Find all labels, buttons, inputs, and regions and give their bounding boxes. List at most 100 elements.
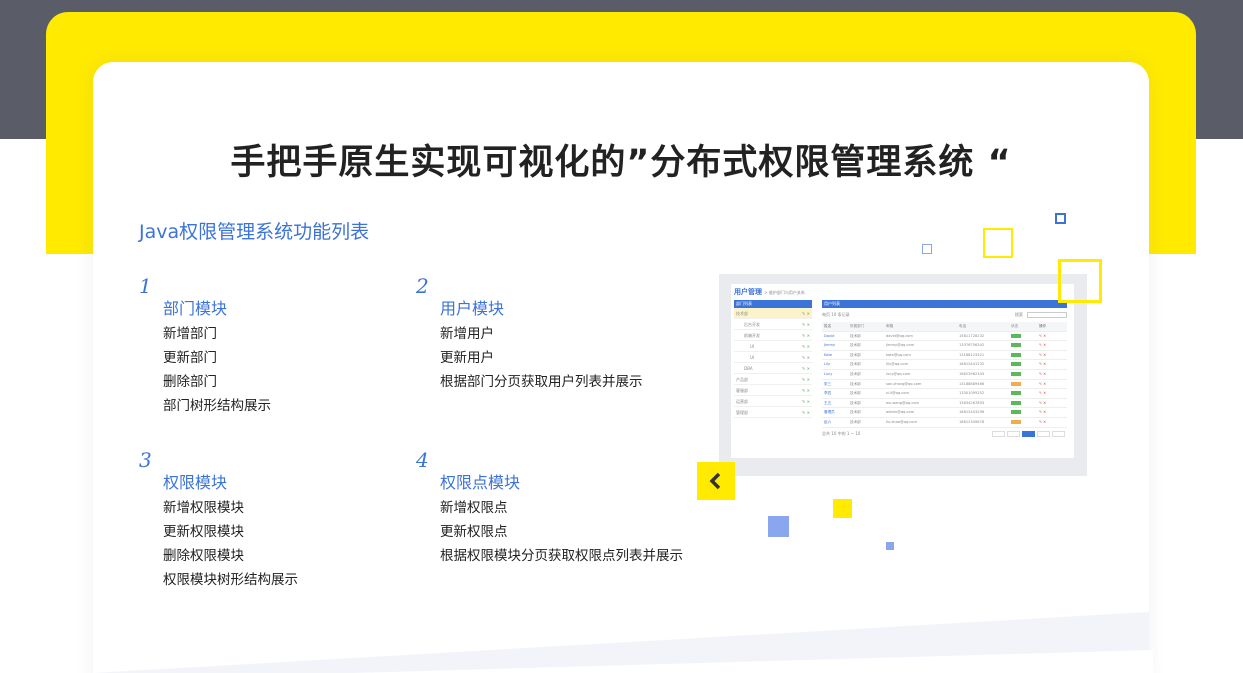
table-cell: david@qq.com <box>886 333 913 338</box>
table-cell[interactable]: Lily <box>822 360 850 369</box>
edit-delete-icon[interactable]: ✎ ✕ <box>802 374 810 385</box>
table-cell[interactable]: Lucy <box>822 370 850 379</box>
tree-item[interactable]: UI ✎ ✕ <box>734 341 812 352</box>
table-cell: wu.wang@qq.com <box>886 400 920 405</box>
table-cell: 18612345678 <box>959 419 985 424</box>
row-actions-icon[interactable]: ✎ ✕ <box>1039 380 1067 389</box>
tree-item[interactable]: 产品部 ✎ ✕ <box>734 374 812 385</box>
tree-item[interactable]: 后台开发 ✎ ✕ <box>734 319 812 330</box>
feature-item: 新增权限点 <box>440 500 508 516</box>
tree-item[interactable]: 技术部 ✎ ✕ <box>734 308 812 319</box>
table-cell: 技术部 <box>850 352 861 357</box>
feature-name: 权限点模块 <box>440 473 521 492</box>
status-cell <box>1011 408 1039 417</box>
status-cell <box>1011 360 1039 369</box>
table-cell[interactable]: 张三 <box>822 380 850 389</box>
edit-delete-icon[interactable]: ✎ ✕ <box>802 319 810 330</box>
feature-item: 更新用户 <box>440 350 494 366</box>
status-cell <box>1011 341 1039 350</box>
table-cell: 13376756342 <box>959 343 985 348</box>
table-cell: 15634267893 <box>959 400 985 405</box>
table-cell[interactable]: 赵六 <box>822 418 850 427</box>
tree-item[interactable]: 前端开发 ✎ ✕ <box>734 330 812 341</box>
table-row: Lucy 技术部 lucy@qq.com 18623982343 ✎ ✕ <box>822 370 1067 380</box>
deco-square <box>1058 259 1102 303</box>
pager-first[interactable] <box>992 430 1005 437</box>
edit-delete-icon[interactable]: ✎ ✕ <box>802 330 810 341</box>
status-badge <box>1011 410 1021 415</box>
table-cell[interactable]: 王五 <box>822 399 850 408</box>
pager-next[interactable] <box>1037 430 1050 437</box>
feature-item: 权限模块树形结构展示 <box>163 572 298 588</box>
edit-delete-icon[interactable]: ✎ ✕ <box>802 352 810 363</box>
dept-tree-panel: 部门列表 技术部 ✎ ✕ 后台开发 ✎ ✕ 前端开发 ✎ ✕ UI ✎ ✕ UI ✎ ✕ DBA ✎ … <box>734 300 812 420</box>
feature-number: 3 <box>139 448 152 472</box>
status-badge <box>1011 419 1021 424</box>
table-row: Kate 技术部 kate@qq.com 13188123321 ✎ ✕ <box>822 351 1067 361</box>
table-cell[interactable]: David <box>822 332 850 341</box>
column-header: 状态 <box>1011 324 1019 328</box>
deco-square <box>768 516 789 537</box>
prev-slide-button[interactable] <box>697 462 735 500</box>
table-row: Jimmy 技术部 jimmy@qq.com 13376756342 ✎ ✕ <box>822 341 1067 351</box>
pager-prev[interactable] <box>1007 430 1020 437</box>
row-actions-icon[interactable]: ✎ ✕ <box>1039 332 1067 341</box>
feature-number: 4 <box>416 448 429 472</box>
table-cell: 13301095252 <box>959 391 985 396</box>
tree-item[interactable]: 运营部 ✎ ✕ <box>734 396 812 407</box>
status-badge <box>1011 391 1021 396</box>
table-cell[interactable]: 管理员 <box>822 408 850 417</box>
edit-delete-icon[interactable]: ✎ ✕ <box>802 363 810 374</box>
search-input[interactable] <box>1027 312 1067 318</box>
row-actions-icon[interactable]: ✎ ✕ <box>1039 341 1067 350</box>
row-actions-icon[interactable]: ✎ ✕ <box>1039 360 1067 369</box>
tree-item[interactable]: 管理部 ✎ ✕ <box>734 407 812 418</box>
feature-item: 新增用户 <box>440 326 494 342</box>
deco-square <box>886 542 894 550</box>
edit-delete-icon[interactable]: ✎ ✕ <box>802 407 810 418</box>
column-header: 邮箱 <box>886 324 894 328</box>
table-cell: 15811728232 <box>959 333 985 338</box>
column-header: 姓名 <box>824 324 832 328</box>
tree-item[interactable]: 客服部 ✎ ✕ <box>734 385 812 396</box>
tree-item[interactable]: DBA ✎ ✕ <box>734 363 812 374</box>
feature-item: 更新部门 <box>163 350 217 366</box>
table-row: 管理员 技术部 admin@qq.com 18612403296 ✎ ✕ <box>822 408 1067 418</box>
tree-item-label: 运营部 <box>736 399 748 404</box>
feature-item: 删除权限模块 <box>163 548 244 564</box>
row-actions-icon[interactable]: ✎ ✕ <box>1039 418 1067 427</box>
feature-user: 2 用户模块 新增用户 更新用户 根据部门分页获取用户列表并展示 <box>416 275 706 394</box>
table-cell: 13188889466 <box>959 381 985 386</box>
status-badge <box>1011 400 1021 405</box>
row-actions-icon[interactable]: ✎ ✕ <box>1039 399 1067 408</box>
tree-item-label: 客服部 <box>736 388 748 393</box>
tree-item-label: DBA <box>744 366 753 371</box>
pager-last[interactable] <box>1052 430 1065 437</box>
edit-delete-icon[interactable]: ✎ ✕ <box>802 385 810 396</box>
feature-item: 部门树形结构展示 <box>163 398 271 414</box>
status-badge <box>1011 371 1021 376</box>
pager-current[interactable] <box>1022 430 1035 437</box>
tree-item-label: UI <box>750 344 755 349</box>
row-actions-icon[interactable]: ✎ ✕ <box>1039 370 1067 379</box>
edit-delete-icon[interactable]: ✎ ✕ <box>802 341 810 352</box>
table-cell: 18612441232 <box>959 362 985 367</box>
table-cell[interactable]: Jimmy <box>822 341 850 350</box>
table-cell[interactable]: 李四 <box>822 389 850 398</box>
chevron-left-icon <box>709 472 721 490</box>
row-actions-icon[interactable]: ✎ ✕ <box>1039 389 1067 398</box>
row-actions-icon[interactable]: ✎ ✕ <box>1039 408 1067 417</box>
status-cell <box>1011 399 1039 408</box>
status-cell <box>1011 389 1039 398</box>
status-badge <box>1011 381 1021 386</box>
edit-delete-icon[interactable]: ✎ ✕ <box>802 308 810 319</box>
table-cell: 18623982343 <box>959 371 985 376</box>
tree-item-label: 技术部 <box>736 311 748 316</box>
feature-item: 根据部门分页获取用户列表并展示 <box>440 374 643 390</box>
status-cell <box>1011 370 1039 379</box>
pagination <box>992 430 1065 437</box>
table-cell[interactable]: Kate <box>822 351 850 360</box>
edit-delete-icon[interactable]: ✎ ✕ <box>802 396 810 407</box>
tree-item[interactable]: UI ✎ ✕ <box>734 352 812 363</box>
row-actions-icon[interactable]: ✎ ✕ <box>1039 351 1067 360</box>
